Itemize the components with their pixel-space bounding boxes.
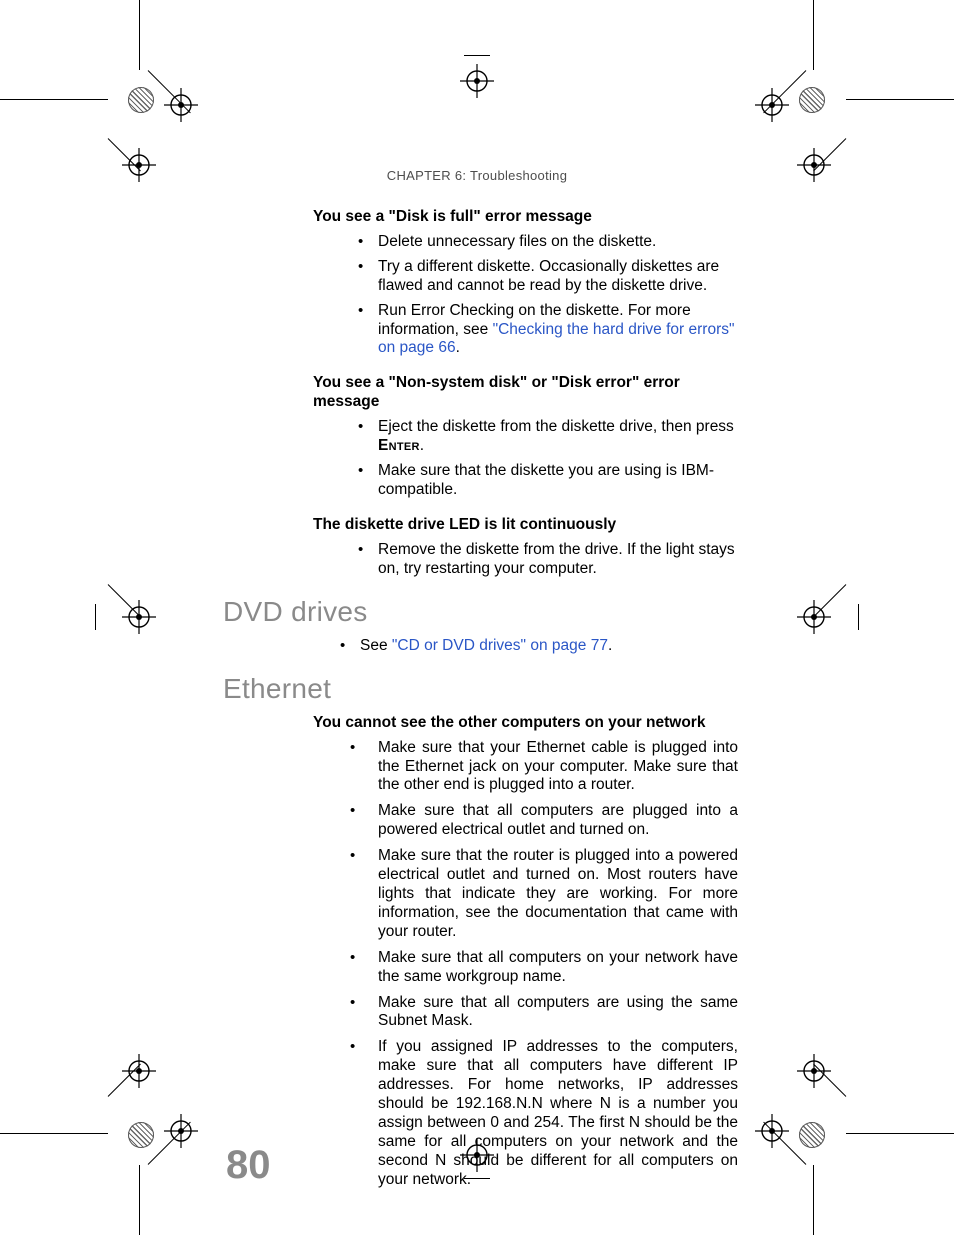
crop-line bbox=[846, 99, 954, 100]
list-text: . bbox=[420, 437, 424, 454]
list-item: See "CD or DVD drives" on page 77. bbox=[340, 637, 738, 656]
crop-tick bbox=[858, 604, 859, 630]
list-item: Make sure that the diskette you are usin… bbox=[358, 462, 738, 500]
hatched-circle-icon bbox=[128, 1122, 154, 1148]
content-body: You see a "Disk is full" error message D… bbox=[223, 208, 738, 1206]
list-text: . bbox=[608, 637, 612, 654]
crop-tick bbox=[464, 55, 490, 56]
list-item: Make sure that all computers are plugged… bbox=[350, 802, 738, 840]
list-text: Make sure that the router is plugged int… bbox=[378, 847, 738, 940]
crop-line bbox=[0, 99, 108, 100]
subhead-disk-full: You see a "Disk is full" error message bbox=[313, 208, 738, 227]
list-text: See bbox=[360, 637, 392, 654]
registration-mark-icon bbox=[755, 1114, 789, 1148]
list-text: Try a different diskette. Occasionally d… bbox=[378, 258, 719, 294]
bullet-list: Make sure that your Ethernet cable is pl… bbox=[350, 739, 738, 1190]
registration-mark-icon bbox=[122, 1054, 156, 1088]
list-text: Make sure that all computers are plugged… bbox=[378, 802, 738, 838]
list-item: Run Error Checking on the diskette. For … bbox=[358, 302, 738, 359]
page: CHAPTER 6: Troubleshooting You see a "Di… bbox=[0, 0, 954, 1235]
hatched-circle-icon bbox=[128, 87, 154, 113]
subhead-led-lit: The diskette drive LED is lit continuous… bbox=[313, 516, 738, 535]
hatched-circle-icon bbox=[799, 87, 825, 113]
list-text: Make sure that all computers on your net… bbox=[378, 949, 738, 985]
crop-line bbox=[139, 0, 140, 70]
registration-mark-icon bbox=[460, 64, 494, 98]
bullet-list: Eject the diskette from the diskette dri… bbox=[358, 418, 738, 500]
registration-mark-icon bbox=[797, 600, 831, 634]
list-text: Delete unnecessary files on the diskette… bbox=[378, 233, 656, 250]
list-text: If you assigned IP addresses to the comp… bbox=[378, 1038, 738, 1187]
registration-mark-icon bbox=[164, 1114, 198, 1148]
crop-line bbox=[813, 1165, 814, 1235]
list-item: Try a different diskette. Occasionally d… bbox=[358, 258, 738, 296]
list-item: Make sure that the router is plugged int… bbox=[350, 847, 738, 942]
bullet-list: Remove the diskette from the drive. If t… bbox=[358, 541, 738, 579]
list-item: Delete unnecessary files on the diskette… bbox=[358, 233, 738, 252]
list-text: Make sure that your Ethernet cable is pl… bbox=[378, 739, 738, 794]
registration-mark-icon bbox=[755, 88, 789, 122]
list-item: Eject the diskette from the diskette dri… bbox=[358, 418, 738, 456]
bullet-list: Delete unnecessary files on the diskette… bbox=[358, 233, 738, 358]
list-text: . bbox=[456, 339, 460, 356]
subhead-ethernet-visibility: You cannot see the other computers on yo… bbox=[313, 714, 738, 733]
crop-line bbox=[846, 1133, 954, 1134]
section-heading-dvd: DVD drives bbox=[223, 595, 738, 629]
list-text: Remove the diskette from the drive. If t… bbox=[378, 541, 735, 577]
list-item: Make sure that your Ethernet cable is pl… bbox=[350, 739, 738, 796]
bullet-list: See "CD or DVD drives" on page 77. bbox=[340, 637, 738, 656]
list-text: Make sure that the diskette you are usin… bbox=[378, 462, 714, 498]
list-item: If you assigned IP addresses to the comp… bbox=[350, 1038, 738, 1189]
registration-mark-icon bbox=[164, 88, 198, 122]
section-heading-ethernet: Ethernet bbox=[223, 672, 738, 706]
crop-line bbox=[0, 1133, 108, 1134]
registration-mark-icon bbox=[797, 1054, 831, 1088]
list-item: Make sure that all computers on your net… bbox=[350, 949, 738, 987]
list-text: Eject the diskette from the diskette dri… bbox=[378, 418, 734, 435]
chapter-header: CHAPTER 6: Troubleshooting bbox=[0, 168, 954, 183]
registration-mark-icon bbox=[122, 600, 156, 634]
crop-line bbox=[813, 0, 814, 70]
cross-ref-link[interactable]: "CD or DVD drives" on page 77 bbox=[392, 637, 608, 654]
list-item: Make sure that all computers are using t… bbox=[350, 994, 738, 1032]
crop-tick bbox=[95, 604, 96, 630]
list-text: Make sure that all computers are using t… bbox=[378, 994, 738, 1030]
subhead-non-system-disk: You see a "Non-system disk" or "Disk err… bbox=[313, 374, 738, 412]
key-label: Enter bbox=[378, 437, 420, 454]
list-item: Remove the diskette from the drive. If t… bbox=[358, 541, 738, 579]
page-number: 80 bbox=[226, 1143, 271, 1188]
crop-line bbox=[139, 1165, 140, 1235]
hatched-circle-icon bbox=[799, 1122, 825, 1148]
